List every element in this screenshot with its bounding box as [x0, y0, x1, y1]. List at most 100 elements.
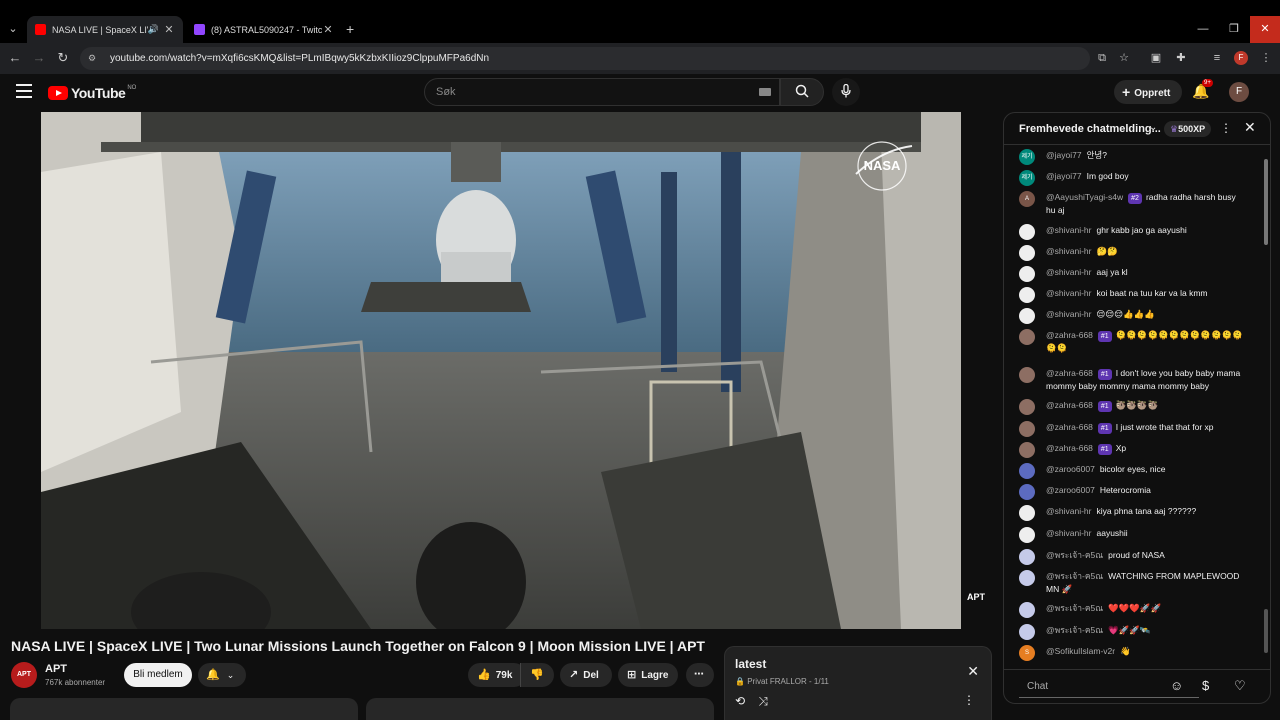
tab-close-icon[interactable]: ✕ — [163, 23, 175, 36]
comments-box[interactable] — [366, 698, 714, 720]
chat-author-name[interactable]: @shivani-hr — [1046, 267, 1091, 277]
create-button[interactable]: + Opprett — [1114, 80, 1182, 104]
chat-author-avatar[interactable]: A — [1019, 191, 1035, 207]
chat-author-avatar[interactable] — [1019, 266, 1035, 282]
browser-profile-avatar[interactable]: F — [1234, 51, 1248, 65]
chat-author-name[interactable]: @shivani-hr — [1046, 288, 1091, 298]
notifications-button[interactable]: 🔔 9+ — [1192, 79, 1213, 101]
browser-tab-youtube[interactable]: NASA LIVE | SpaceX LIVE | Tw 🔊 ✕ — [27, 16, 183, 43]
chat-mode-selector[interactable]: Fremhevede chatmelding... — [1019, 123, 1161, 135]
chat-author-avatar[interactable] — [1019, 224, 1035, 240]
install-icon[interactable]: ⧉ — [1094, 49, 1110, 67]
chat-author-name[interactable]: @jayoi77 — [1046, 150, 1082, 160]
guide-menu-icon[interactable] — [16, 84, 32, 98]
xp-badge[interactable]: ♛500XP — [1164, 121, 1212, 137]
chat-author-name[interactable]: @พระเจ้า-ค5ณ — [1046, 603, 1103, 613]
chat-author-avatar[interactable] — [1019, 308, 1035, 324]
chat-author-avatar[interactable] — [1019, 287, 1035, 303]
chat-author-name[interactable]: @jayoi77 — [1046, 171, 1082, 181]
like-button[interactable]: 👍 79k — [468, 663, 526, 687]
channel-avatar[interactable]: APT — [11, 662, 37, 688]
heart-icon[interactable]: ♡ — [1234, 678, 1246, 694]
chat-author-name[interactable]: @zahra-668 — [1046, 422, 1093, 432]
tab-close-icon[interactable]: ✕ — [322, 23, 334, 36]
playlist-more-icon[interactable]: ⋮ — [963, 693, 975, 707]
chat-author-avatar[interactable] — [1019, 367, 1035, 383]
super-chat-icon[interactable]: $ — [1202, 678, 1209, 693]
chat-author-name[interactable]: @shivani-hr — [1046, 246, 1091, 256]
chevron-down-icon[interactable]: ⌄ — [1149, 122, 1157, 133]
chat-author-name[interactable]: @shivani-hr — [1046, 309, 1091, 319]
playlist-close-icon[interactable]: ✕ — [967, 663, 979, 680]
shuffle-icon[interactable]: ⤨ — [758, 694, 768, 708]
chat-author-avatar[interactable] — [1019, 463, 1035, 479]
site-info-icon[interactable]: ⚙ — [88, 53, 102, 64]
keyboard-icon[interactable] — [759, 88, 771, 96]
loop-icon[interactable]: ⟲ — [735, 694, 745, 708]
scrollbar-thumb[interactable] — [1264, 159, 1268, 245]
chat-author-avatar[interactable] — [1019, 624, 1035, 640]
chat-author-avatar[interactable] — [1019, 549, 1035, 565]
emoji-icon[interactable]: ☺ — [1170, 678, 1183, 693]
subscription-bell-button[interactable]: 🔔 ⌄ — [198, 663, 246, 687]
browser-tab-twitch[interactable]: (8) ASTRAL5090247 - Twitch ✕ — [186, 16, 342, 43]
share-button[interactable]: ↗ Del — [560, 663, 612, 687]
forward-icon[interactable]: → — [30, 49, 48, 67]
description-box[interactable] — [10, 698, 358, 720]
puzzle-icon[interactable]: ✚ — [1173, 49, 1189, 67]
chat-author-avatar[interactable] — [1019, 570, 1035, 586]
chat-author-name[interactable]: @SofikulIslam-v2r — [1046, 646, 1115, 656]
chat-author-name[interactable]: @AayushiTyagi-s4w — [1046, 192, 1123, 202]
url-field[interactable]: ⚙ youtube.com/watch?v=mXqfi6csKMQ&list=P… — [80, 47, 1090, 70]
media-icon[interactable]: ≡ — [1209, 49, 1225, 67]
browser-menu-icon[interactable]: ⋮ — [1258, 49, 1274, 67]
chat-author-avatar[interactable] — [1019, 505, 1035, 521]
tab-search-icon[interactable]: ⌄ — [4, 20, 22, 38]
chat-author-name[interactable]: @zahra-668 — [1046, 368, 1093, 378]
minimize-icon[interactable]: — — [1188, 16, 1218, 43]
chat-author-name[interactable]: @zahra-668 — [1046, 443, 1093, 453]
scrollbar-thumb-secondary[interactable] — [1264, 609, 1268, 653]
dislike-button[interactable]: 👎 — [520, 663, 554, 687]
search-input[interactable]: Søk — [424, 78, 780, 106]
chat-author-name[interactable]: @zahra-668 — [1046, 400, 1093, 410]
channel-name[interactable]: APT — [45, 663, 67, 675]
speaker-icon[interactable]: 🔊 — [148, 24, 159, 35]
chat-author-avatar[interactable] — [1019, 602, 1035, 618]
chat-author-avatar[interactable]: S — [1019, 645, 1035, 661]
youtube-logo[interactable]: YouTube NO — [48, 85, 136, 101]
back-icon[interactable]: ← — [6, 49, 24, 67]
chat-author-avatar[interactable] — [1019, 527, 1035, 543]
chat-author-avatar[interactable] — [1019, 421, 1035, 437]
extension-icon[interactable]: ▣ — [1148, 49, 1164, 67]
chat-author-name[interactable]: @พระเจ้า-ค5ณ — [1046, 550, 1103, 560]
chat-author-name[interactable]: @shivani-hr — [1046, 225, 1091, 235]
window-close-icon[interactable]: ✕ — [1250, 16, 1280, 43]
chat-close-icon[interactable]: ✕ — [1244, 119, 1256, 136]
chat-author-avatar[interactable] — [1019, 442, 1035, 458]
chat-author-avatar[interactable] — [1019, 484, 1035, 500]
playlist-title[interactable]: latest — [735, 657, 766, 671]
chat-author-name[interactable]: @พระเจ้า-ค5ณ — [1046, 571, 1103, 581]
chat-author-name[interactable]: @พระเจ้า-ค5ณ — [1046, 625, 1103, 635]
star-icon[interactable]: ☆ — [1116, 49, 1132, 67]
save-button[interactable]: ⊞ Lagre — [618, 663, 678, 687]
search-button[interactable] — [780, 78, 824, 106]
chat-author-name[interactable]: @zaroo6007 — [1046, 485, 1095, 495]
chat-author-avatar[interactable] — [1019, 399, 1035, 415]
restore-icon[interactable]: ❐ — [1219, 16, 1249, 43]
chat-author-avatar[interactable] — [1019, 245, 1035, 261]
new-tab-icon[interactable]: + — [346, 20, 360, 38]
chat-scrollbar[interactable] — [1264, 149, 1268, 661]
account-avatar[interactable]: F — [1229, 82, 1249, 102]
chat-author-avatar[interactable]: 제기 — [1019, 170, 1035, 186]
chat-author-name[interactable]: @zaroo6007 — [1046, 464, 1095, 474]
video-player[interactable] — [41, 112, 961, 629]
reload-icon[interactable]: ↻ — [54, 49, 72, 67]
chat-author-avatar[interactable]: 제기 — [1019, 149, 1035, 165]
more-actions-button[interactable]: ⋯ — [686, 663, 714, 687]
chat-author-name[interactable]: @zahra-668 — [1046, 330, 1093, 340]
voice-search-button[interactable] — [832, 78, 860, 106]
chat-more-icon[interactable]: ⋮ — [1220, 121, 1232, 135]
chat-author-name[interactable]: @shivani-hr — [1046, 528, 1091, 538]
